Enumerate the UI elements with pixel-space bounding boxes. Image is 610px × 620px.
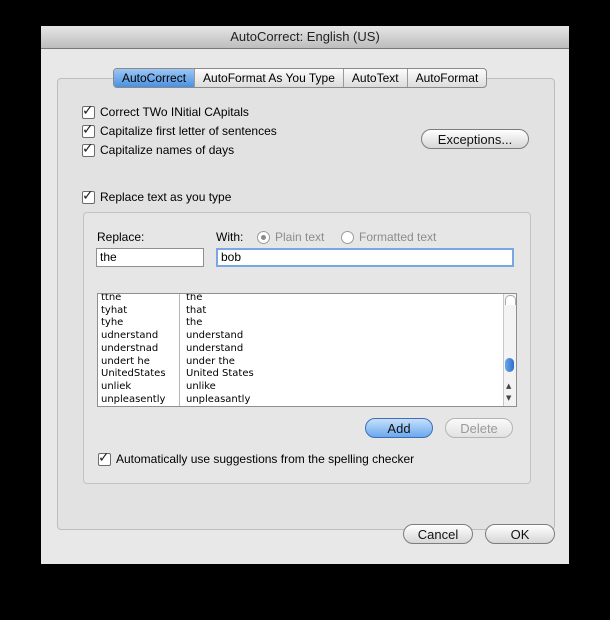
entry-replace-cell: unpleasently (101, 393, 166, 405)
formatted-text-radio[interactable]: Formatted text (341, 230, 436, 244)
capitalize-days-checkbox[interactable]: ✓ Capitalize names of days (82, 139, 235, 157)
window-title: AutoCorrect: English (US) (41, 26, 569, 49)
auto-suggestions-label: Automatically use suggestions from the s… (116, 452, 415, 466)
checkmark-icon: ✓ (82, 139, 94, 156)
entry-replace-cell: unliek (101, 380, 132, 392)
list-item[interactable]: UnitedStates United States (98, 367, 502, 380)
list-scrollbar[interactable]: ▲ ▼ (503, 294, 516, 406)
scrollbar-top-cap (505, 295, 516, 305)
exceptions-button[interactable]: Exceptions... (421, 129, 529, 149)
scroll-down-icon[interactable]: ▼ (506, 394, 511, 402)
entry-with-cell: the (186, 317, 203, 329)
autocorrect-entries-list[interactable]: ttne the tyhat that tyhe the udnerstand underst… (97, 293, 517, 407)
list-item[interactable]: undert he under the (98, 355, 502, 368)
replace-as-you-type-checkbox[interactable]: ✓ Replace text as you type (82, 186, 232, 204)
entry-replace-cell: tyhe (101, 317, 124, 329)
entry-with-cell: unpleasantly (186, 393, 251, 405)
entry-with-cell: United States (186, 368, 254, 380)
capitalize-first-label: Capitalize first letter of sentences (100, 124, 277, 138)
delete-button[interactable]: Delete (445, 418, 513, 438)
add-button[interactable]: Add (365, 418, 433, 438)
tab-autocorrect[interactable]: AutoCorrect (114, 69, 196, 87)
formatted-text-label: Formatted text (359, 230, 437, 244)
checkmark-icon: ✓ (82, 120, 94, 137)
correct-two-initials-checkbox[interactable]: ✓ Correct TWo INitial CApitals (82, 101, 249, 119)
autocorrect-dialog: AutoCorrect: English (US) AutoCorrect Au… (41, 26, 569, 564)
list-item[interactable]: tyhe the (98, 316, 502, 329)
replace-label: Replace: (97, 230, 145, 244)
replace-input[interactable]: the (96, 248, 204, 267)
plain-text-radio[interactable]: Plain text (257, 230, 324, 244)
entry-with-cell: understand (186, 342, 244, 354)
tab-autoformat[interactable]: AutoFormat (408, 69, 487, 87)
entry-replace-cell: udnerstand (101, 330, 159, 342)
entry-with-cell: that (186, 304, 207, 316)
capitalize-days-label: Capitalize names of days (100, 143, 235, 157)
checkmark-icon: ✓ (98, 448, 110, 465)
list-item[interactable]: udnerstand understand (98, 329, 502, 342)
entry-replace-cell: undert he (101, 355, 150, 367)
scroll-up-icon[interactable]: ▲ (506, 382, 511, 390)
list-item[interactable]: unliek unlike (98, 380, 502, 393)
list-item[interactable]: understnad understand (98, 342, 502, 355)
entry-with-cell: understand (186, 330, 244, 342)
list-item[interactable]: tyhat that (98, 304, 502, 317)
scrollbar-thumb[interactable] (505, 358, 514, 372)
entry-with-cell: the (186, 293, 203, 303)
checkmark-icon: ✓ (82, 101, 94, 118)
auto-suggestions-checkbox[interactable]: ✓ Automatically use suggestions from the… (98, 448, 415, 466)
list-item[interactable]: ttne the (98, 293, 502, 304)
entry-replace-cell: understnad (101, 342, 159, 354)
correct-two-initials-label: Correct TWo INitial CApitals (100, 105, 249, 119)
list-item[interactable]: unpleasently unpleasantly (98, 393, 502, 406)
tab-autoformat-as-you-type[interactable]: AutoFormat As You Type (195, 69, 344, 87)
with-label: With: (216, 230, 244, 244)
entry-replace-cell: UnitedStates (101, 368, 166, 380)
entry-replace-cell: tyhat (101, 304, 128, 316)
cancel-button[interactable]: Cancel (403, 524, 473, 544)
tab-bar: AutoCorrect AutoFormat As You Type AutoT… (113, 68, 488, 88)
tab-autotext[interactable]: AutoText (344, 69, 408, 87)
replace-as-you-type-label: Replace text as you type (100, 190, 232, 204)
with-input[interactable]: bob (216, 248, 514, 267)
entry-replace-cell: ttne (101, 293, 122, 303)
ok-button[interactable]: OK (485, 524, 555, 544)
plain-text-label: Plain text (275, 230, 325, 244)
checkmark-icon: ✓ (82, 186, 94, 203)
entry-with-cell: unlike (186, 380, 216, 392)
entry-with-cell: under the (186, 355, 235, 367)
capitalize-first-checkbox[interactable]: ✓ Capitalize first letter of sentences (82, 120, 277, 138)
